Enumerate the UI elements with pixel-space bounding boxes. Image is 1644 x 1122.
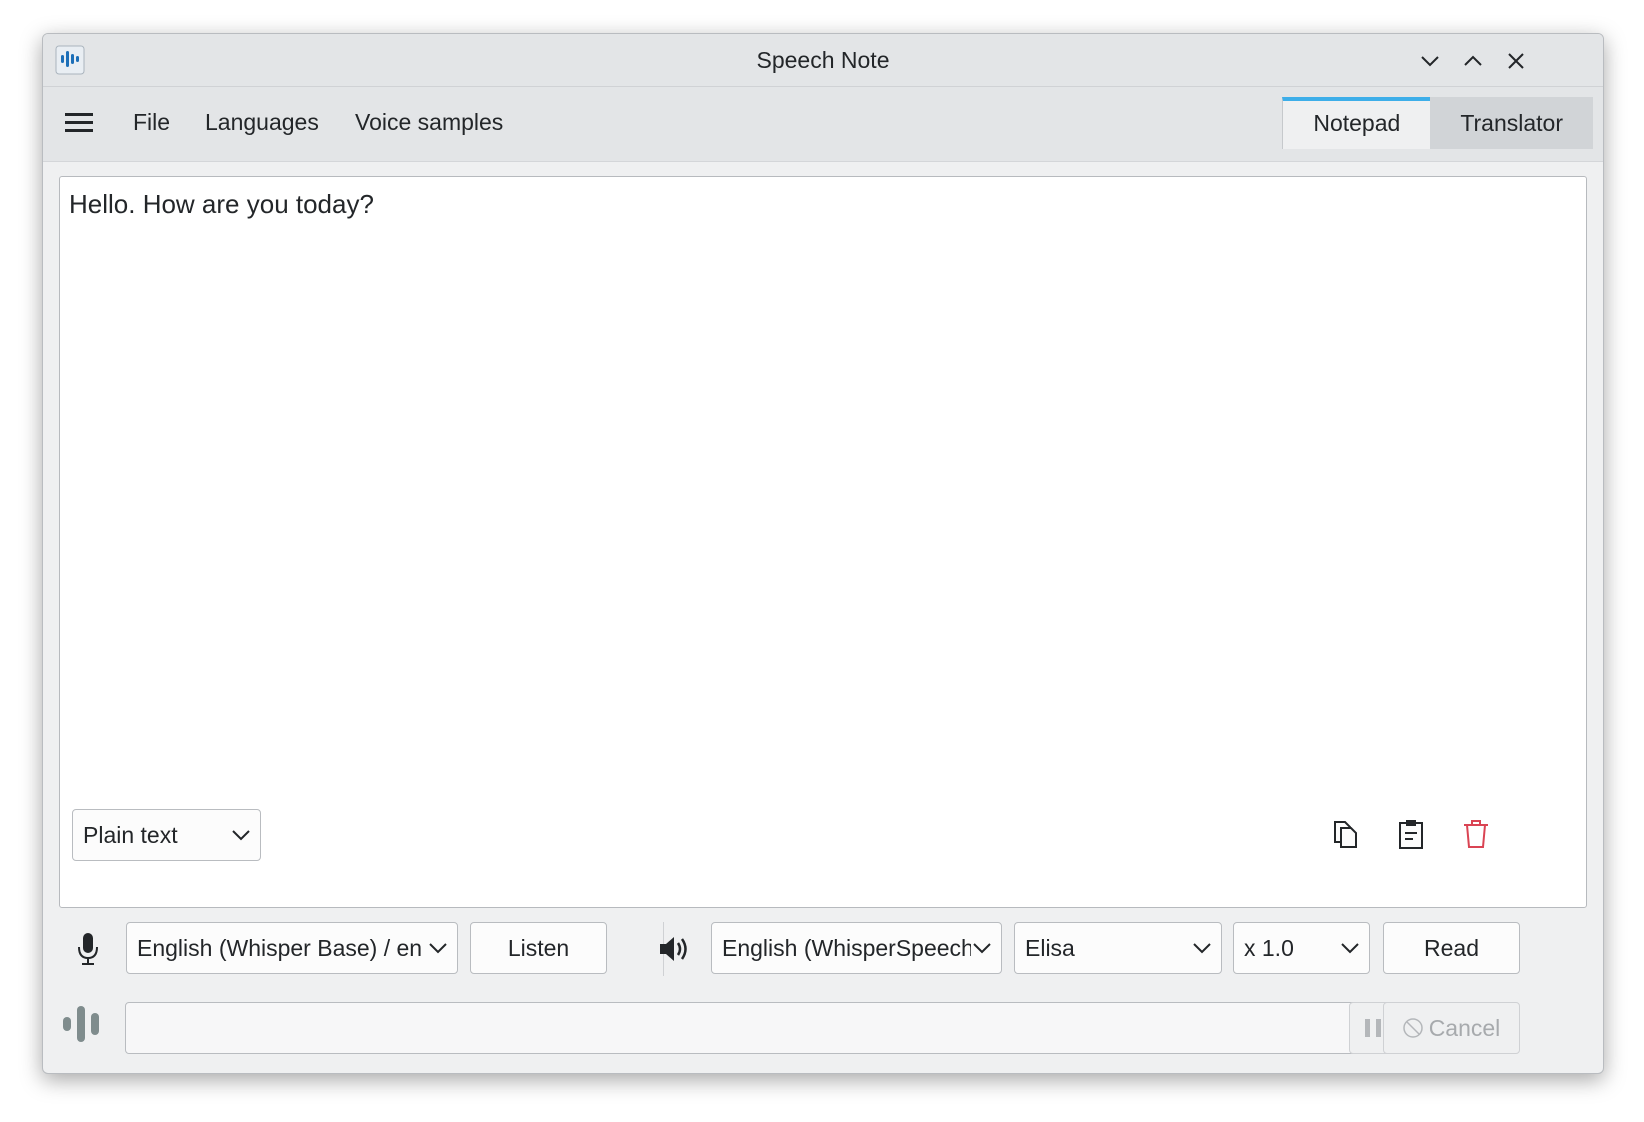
close-button[interactable] xyxy=(1501,46,1531,76)
cancel-button[interactable]: Cancel xyxy=(1383,1002,1520,1054)
menu-languages[interactable]: Languages xyxy=(205,109,319,136)
listen-button[interactable]: Listen xyxy=(470,922,607,974)
minimize-icon xyxy=(1421,56,1439,67)
tts-speed-select[interactable]: x 1.0 xyxy=(1233,922,1370,974)
editor-text[interactable]: Hello. How are you today? xyxy=(69,189,374,220)
chevron-down-icon xyxy=(1339,937,1361,959)
tab-bar: Notepad Translator xyxy=(1282,97,1593,149)
delete-button[interactable] xyxy=(1460,818,1492,850)
paste-icon xyxy=(1399,820,1423,849)
stt-language-select[interactable]: English (Whisper Base) / en xyxy=(126,922,458,974)
status-progress-bar xyxy=(125,1002,1367,1054)
minimize-button[interactable] xyxy=(1415,46,1445,76)
tts-model-value: English (WhisperSpeech xyxy=(722,935,974,961)
read-button[interactable]: Read xyxy=(1383,922,1520,974)
copy-button[interactable] xyxy=(1330,818,1362,850)
hamburger-icon xyxy=(65,113,93,132)
chevron-down-icon xyxy=(230,824,252,846)
window-title: Speech Note xyxy=(756,47,890,73)
chevron-down-icon xyxy=(1191,937,1213,959)
title-bar: Speech Note xyxy=(43,34,1603,87)
audio-level-icon xyxy=(63,1002,111,1046)
microphone-icon xyxy=(73,930,103,966)
hamburger-menu-button[interactable] xyxy=(63,107,95,139)
copy-icon xyxy=(1334,821,1357,848)
notepad-editor[interactable]: Hello. How are you today? Plain text xyxy=(59,176,1587,908)
maximize-button[interactable] xyxy=(1458,46,1488,76)
pause-icon xyxy=(1365,1019,1381,1037)
close-icon xyxy=(1508,53,1524,69)
tts-voice-select[interactable]: Elisa xyxy=(1014,922,1222,974)
paste-button[interactable] xyxy=(1395,818,1427,850)
tts-voice-value: Elisa xyxy=(1025,935,1075,961)
menu-file[interactable]: File xyxy=(133,109,170,136)
text-format-select[interactable]: Plain text xyxy=(72,809,261,861)
cancel-label: Cancel xyxy=(1428,1015,1501,1041)
tab-notepad[interactable]: Notepad xyxy=(1282,97,1431,149)
tts-model-select[interactable]: English (WhisperSpeech xyxy=(711,922,1002,974)
delete-icon xyxy=(1464,820,1488,848)
cancel-icon xyxy=(1403,1018,1423,1038)
text-format-value: Plain text xyxy=(83,822,178,848)
speaker-icon xyxy=(657,932,691,966)
menu-voice-samples[interactable]: Voice samples xyxy=(355,109,503,136)
tab-translator[interactable]: Translator xyxy=(1430,97,1593,149)
maximize-icon xyxy=(1464,55,1482,66)
chevron-down-icon xyxy=(971,937,993,959)
tts-speed-value: x 1.0 xyxy=(1244,935,1294,961)
menu-bar: File Languages Voice samples Notepad Tra… xyxy=(43,87,1603,162)
chevron-down-icon xyxy=(427,937,449,959)
stt-language-value: English (Whisper Base) / en xyxy=(137,935,423,961)
app-window: Speech Note File Languages Voice samples… xyxy=(42,33,1604,1074)
